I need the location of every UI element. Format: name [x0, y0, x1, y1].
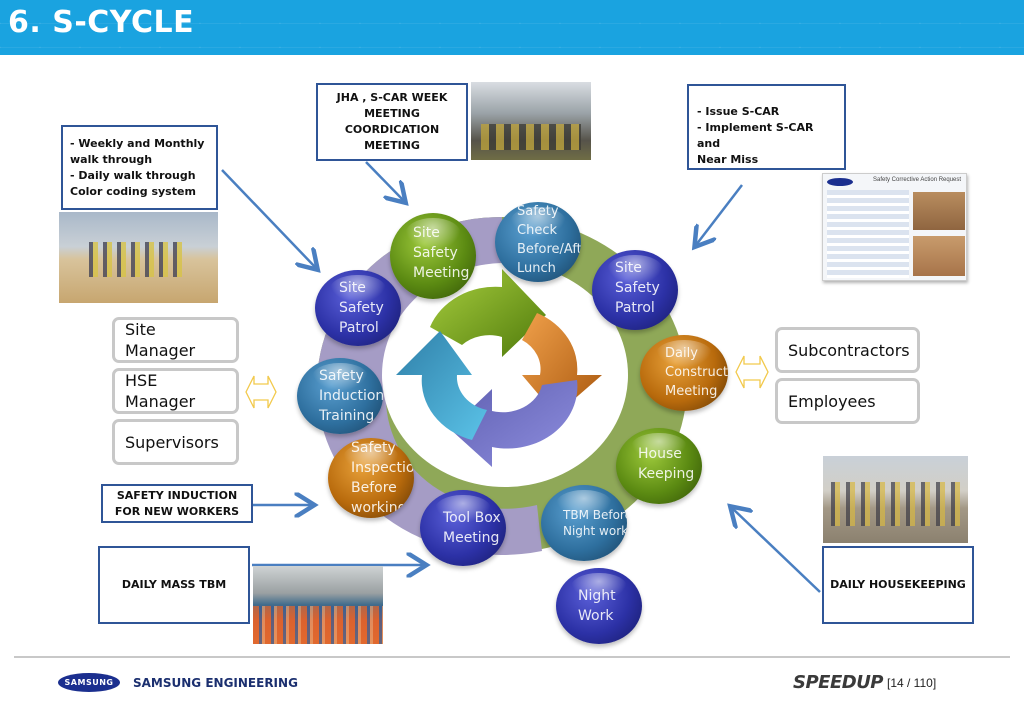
callout-line: COORDICATION [344, 123, 440, 136]
meeting-photo [471, 82, 591, 160]
footer-divider [14, 656, 1010, 658]
arrow-jha [365, 161, 404, 201]
cycle-item-safety-check-lunch: Safety Check Before/After Lunch [495, 202, 581, 282]
callout-line: Near Miss [697, 153, 759, 166]
role-label: Employees [788, 391, 876, 411]
cycle-item-house-keeping: House Keeping [616, 428, 702, 504]
callout-line: MEETING [364, 139, 420, 152]
role-supervisors: Supervisors [112, 419, 239, 465]
role-subcontractors: Subcontractors [775, 327, 920, 373]
double-arrow-left-icon [245, 375, 277, 409]
callout-text: DAILY HOUSEKEEPING [830, 578, 966, 591]
scar-form-title: Safety Corrective Action Request [873, 177, 962, 183]
callout-line: - Weekly and Monthly [70, 137, 205, 150]
callout-text: DAILY MASS TBM [121, 578, 227, 591]
walkthrough-callout: - Weekly and Monthly walk through - Dail… [61, 125, 218, 210]
cycle-item-label: Site Safety Patrol [615, 260, 660, 316]
role-label: Subcontractors [788, 340, 910, 360]
cycle-item-tbm-before-night-work: TBM Before Night work [541, 485, 627, 561]
cycle-item-label: House Keeping [638, 446, 695, 482]
jha-callout: JHA , S-CAR WEEK MEETING COORDICATION ME… [316, 83, 468, 161]
cycle-item-label: Safety Induction Training [319, 368, 383, 424]
callout-line: - Implement S-CAR and [697, 121, 814, 150]
callout-line: SAFETY INDUCTION [116, 488, 238, 502]
arrow-daily-housekeeping [732, 508, 821, 593]
company-name: SAMSUNG ENGINEERING [133, 676, 298, 690]
cycle-item-label: Night Work [578, 588, 616, 624]
cycle-item-label: TBM Before Night work [563, 508, 627, 538]
role-label: Supervisors [125, 432, 219, 452]
cycle-item-label: Daily Construct Meeting [665, 346, 728, 399]
walkthrough-photo [59, 212, 218, 303]
tbm-crowd-photo [253, 566, 383, 644]
cycle-item-safety-induction-training: Safety Induction Training [297, 358, 383, 434]
arrow-walkthrough [221, 169, 316, 268]
cycle-item-label: Safety Check Before/After Lunch [517, 204, 581, 276]
callout-line: JHA , S-CAR WEEK [336, 91, 448, 104]
role-label: HSE Manager [125, 371, 196, 411]
double-arrow-right-icon [735, 355, 769, 389]
cycle-item-label: Tool Box Meeting [443, 510, 501, 546]
speedup-logo: SPEEDUP [793, 672, 884, 693]
role-employees: Employees [775, 378, 920, 424]
callout-line: MEETING [364, 107, 420, 120]
role-label: Site Manager [125, 320, 196, 360]
callout-line: FOR NEW WORKERS [114, 504, 240, 518]
cycle-item-night-work: Night Work [556, 568, 642, 644]
page-indicator: [14 / 110] [887, 676, 937, 690]
scar-form-image: Safety Corrective Action Request [822, 173, 967, 281]
cycle-item-safety-inspection: Safety Inspection Before working [328, 438, 414, 518]
cycle-item-site-safety-patrol-right: Site Safety Patrol [592, 250, 678, 330]
cycle-item-site-safety-meeting: Site Safety Meeting [390, 213, 476, 299]
scar-callout: - Issue S-CAR - Implement S-CAR and Near… [687, 84, 846, 170]
safety-induction-callout: SAFETY INDUCTION FOR NEW WORKERS [101, 484, 253, 523]
callout-line: walk through [70, 153, 153, 166]
cycle-item-daily-construct-meeting: Daily Construct Meeting [640, 335, 728, 411]
housekeeping-photo [823, 456, 968, 543]
cycle-item-label: Site Safety Patrol [339, 280, 384, 336]
role-hse-manager: HSE Manager [112, 368, 239, 414]
callout-line: - Issue S-CAR [697, 105, 780, 118]
daily-housekeeping-callout: DAILY HOUSEKEEPING [822, 546, 974, 624]
daily-mass-tbm-callout: DAILY MASS TBM [98, 546, 250, 624]
cycle-item-tool-box-meeting: Tool Box Meeting [420, 490, 506, 566]
samsung-logo: SAMSUNG [58, 673, 120, 692]
callout-line: - Daily walk through [70, 169, 196, 182]
cycle-item-label: Safety Inspection Before working [351, 440, 414, 516]
role-site-manager: Site Manager [112, 317, 239, 363]
cycle-item-site-safety-patrol-left: Site Safety Patrol [315, 270, 401, 346]
callout-line: Color coding system [70, 185, 196, 198]
arrow-scar [696, 184, 743, 245]
cycle-item-label: Site Safety Meeting [413, 225, 470, 281]
